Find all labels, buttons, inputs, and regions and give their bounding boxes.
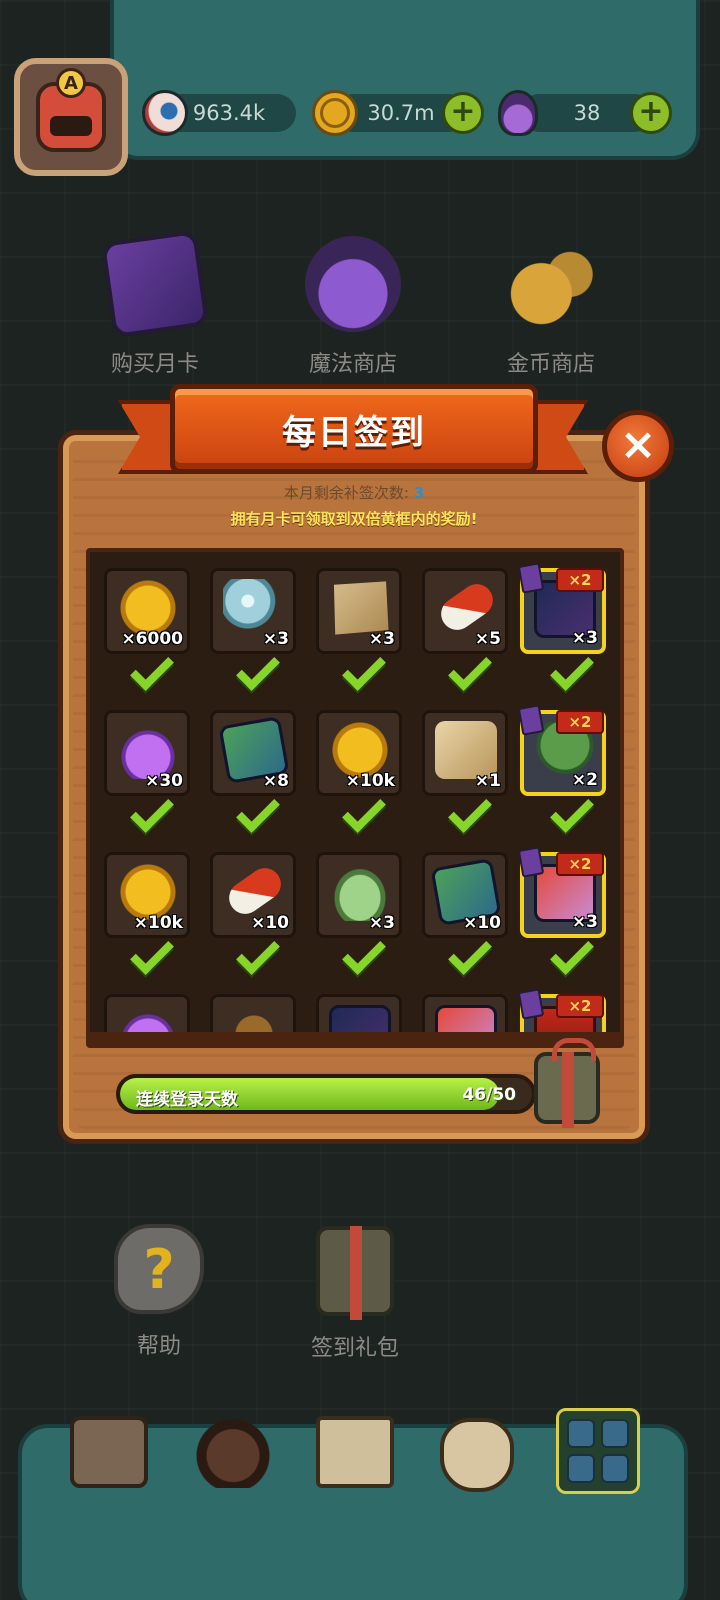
- reward-quantity: ×3: [571, 912, 598, 932]
- reward-cell[interactable]: ×3: [316, 568, 402, 654]
- card-pack-icon: [100, 229, 210, 339]
- reward-quantity: ×10k: [345, 771, 395, 791]
- reward-cell[interactable]: ×8: [210, 710, 296, 796]
- reward-quantity: ×30: [145, 771, 183, 791]
- double-reward-tag: ×2: [556, 710, 604, 734]
- double-reward-tag: ×2: [556, 994, 604, 1018]
- reward-cell[interactable]: ×1: [422, 710, 508, 796]
- menu-buy-monthly-card[interactable]: 购买月卡: [80, 229, 230, 378]
- login-streak-count: 46/50: [462, 1085, 516, 1105]
- monthly-card-icon: [517, 846, 545, 878]
- grid-bottom-edge: [90, 1032, 620, 1044]
- reward-quantity: ×10: [251, 913, 289, 933]
- close-button[interactable]: ×: [602, 410, 674, 482]
- reward-cell[interactable]: ×3: [316, 852, 402, 938]
- menu-signin-gift[interactable]: 签到礼包: [280, 1226, 430, 1362]
- reward-cell-double[interactable]: ×2 ×3: [517, 562, 606, 654]
- avatar-rank-letter: A: [56, 68, 86, 98]
- potion-icon: [498, 90, 538, 136]
- grid-tile: [567, 1454, 595, 1483]
- login-streak-bar: 连续登录天数 46/50: [116, 1074, 536, 1114]
- reward-cell[interactable]: ×10: [210, 852, 296, 938]
- menu-gold-shop[interactable]: 金币商店: [476, 236, 626, 378]
- monthly-card-icon: [517, 988, 545, 1020]
- reward-cell[interactable]: ×10: [422, 852, 508, 938]
- reward-cell[interactable]: ×5: [422, 568, 508, 654]
- book-icon[interactable]: [316, 1416, 394, 1488]
- monthly-card-icon: [517, 562, 545, 594]
- retro-signin-count: 3: [413, 484, 425, 502]
- reward-quantity: ×10: [463, 913, 501, 933]
- grid-tile: [567, 1419, 595, 1448]
- monthly-card-icon: [517, 704, 545, 736]
- signin-gift-icon: [316, 1226, 394, 1320]
- capsule-icon: [434, 577, 500, 637]
- menu-label: 帮助: [136, 1334, 181, 1359]
- reward-quantity: ×3: [262, 629, 289, 649]
- reward-cell[interactable]: ×3: [210, 568, 296, 654]
- reward-quantity: ×2: [571, 770, 598, 790]
- double-reward-tag: ×2: [556, 852, 604, 876]
- capsule-icon: [222, 861, 288, 921]
- menu-label: 魔法商店: [308, 352, 397, 377]
- money-bag-icon[interactable]: [440, 1418, 514, 1492]
- reward-quantity: ×3: [368, 629, 395, 649]
- grid-tile: [601, 1419, 629, 1448]
- eyeball-icon: [142, 90, 188, 136]
- reward-cell[interactable]: ×30: [104, 710, 190, 796]
- streak-reward-gift-icon[interactable]: [534, 1038, 600, 1128]
- reward-cell-double[interactable]: ×2 ×3: [517, 846, 606, 938]
- avatar-face: A: [36, 68, 106, 152]
- retro-signin-info: 本月剩余补签次数: 3: [58, 482, 650, 503]
- reward-quantity: ×3: [571, 628, 598, 648]
- menu-help[interactable]: ? 帮助: [84, 1224, 234, 1360]
- add-potion-button[interactable]: +: [630, 92, 672, 134]
- reward-quantity: ×1: [474, 771, 501, 791]
- shop-building-icon[interactable]: [70, 1416, 148, 1488]
- grid-tile: [601, 1454, 629, 1483]
- top-status-bar: [110, 0, 700, 160]
- player-avatar[interactable]: A: [14, 58, 128, 176]
- monster-lair-icon[interactable]: [194, 1416, 272, 1488]
- dialog-title: 每日签到: [282, 412, 426, 453]
- avatar-mouth: [50, 116, 92, 136]
- menu-label: 签到礼包: [310, 1336, 399, 1361]
- reward-quantity: ×6000: [121, 629, 183, 649]
- reward-cell-double[interactable]: ×2 ×2: [517, 704, 606, 796]
- monthly-card-hint: 拥有月卡可领取到双倍黄框内的奖励!: [230, 510, 478, 528]
- add-gold-button[interactable]: +: [442, 92, 484, 134]
- menu-magic-shop[interactable]: 魔法商店: [278, 236, 428, 378]
- menu-label: 购买月卡: [110, 352, 199, 377]
- more-grid-icon[interactable]: [556, 1408, 640, 1494]
- reward-quantity: ×10k: [133, 913, 183, 933]
- reward-quantity: ×5: [474, 629, 501, 649]
- reward-cell[interactable]: ×10k: [104, 852, 190, 938]
- double-reward-tag: ×2: [556, 568, 604, 592]
- login-streak-label: 连续登录天数: [136, 1090, 238, 1110]
- menu-label: 金币商店: [506, 352, 595, 377]
- reward-quantity: ×8: [262, 771, 289, 791]
- help-icon: ?: [114, 1224, 204, 1314]
- reward-cell[interactable]: ×6000: [104, 568, 190, 654]
- retro-signin-label: 本月剩余补签次数:: [283, 484, 409, 502]
- magic-shop-icon: [305, 236, 401, 332]
- gold-coin-icon: [312, 90, 358, 136]
- reward-grid[interactable]: ×6000 ×3 ×3 ×5 ×2 ×3 ×30 ×8 ×10k ×1 ×2 ×…: [86, 548, 624, 1048]
- gold-shop-icon: [503, 236, 599, 332]
- reward-quantity: ×3: [368, 913, 395, 933]
- reward-cell[interactable]: ×10k: [316, 710, 402, 796]
- dialog-title-ribbon: 每日签到: [170, 384, 538, 474]
